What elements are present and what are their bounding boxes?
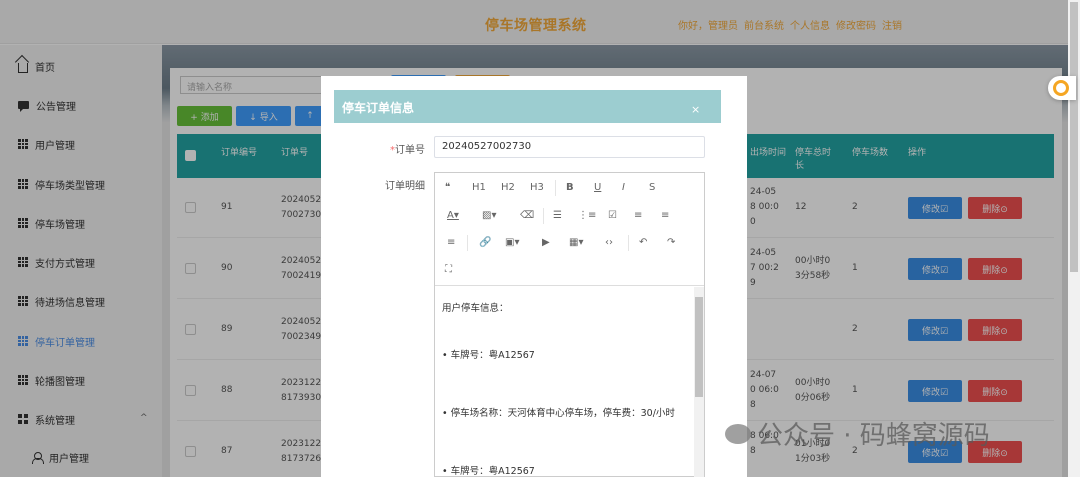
h3-button[interactable]: H3	[530, 181, 544, 195]
align-justify-icon[interactable]: ≡	[447, 236, 455, 250]
editor-list-item: • 停车场名称：天河体育中心停车场，停车费：30/小时	[442, 408, 675, 419]
image-icon[interactable]: ▣▾	[505, 236, 519, 250]
detail-label: 订单明细	[385, 181, 425, 192]
order-dialog: 停车订单信息 × *订单号 20240527002730 订单明细 ❝ H1 H…	[321, 76, 747, 477]
code-icon[interactable]: ‹›	[605, 236, 613, 250]
dialog-title: 停车订单信息	[342, 101, 415, 115]
order-label: *订单号	[390, 145, 425, 156]
table-icon[interactable]: ▦▾	[569, 236, 583, 250]
h2-button[interactable]: H2	[501, 181, 515, 195]
watermark: 公众号 · 码蜂窝源码	[725, 415, 990, 452]
align-right-icon[interactable]: ≡	[661, 209, 669, 223]
link-icon[interactable]: 🔗	[479, 236, 491, 250]
rich-text-editor: ❝ H1 H2 H3 B U I S A▾ ▨▾ ⌫ ☰ ⋮≡ ☑ ≡ ≡ ≡ …	[434, 172, 705, 477]
assistant-icon	[1053, 80, 1069, 96]
close-icon[interactable]: ×	[691, 103, 700, 116]
redo-icon[interactable]: ↷	[667, 236, 675, 250]
h1-button[interactable]: H1	[472, 181, 486, 195]
todo-icon[interactable]: ☑	[608, 209, 617, 223]
editor-paragraph: 用户停车信息：	[442, 303, 509, 314]
editor-toolbar: ❝ H1 H2 H3 B U I S A▾ ▨▾ ⌫ ☰ ⋮≡ ☑ ≡ ≡ ≡ …	[435, 173, 704, 286]
floating-assistant-button[interactable]	[1048, 76, 1076, 100]
video-icon[interactable]: ▶	[542, 236, 550, 250]
editor-scrollbar[interactable]	[694, 287, 704, 477]
clear-format-icon[interactable]: ⌫	[520, 209, 534, 223]
fullscreen-icon[interactable]: ⛶	[445, 263, 452, 277]
numbered-list-icon[interactable]: ⋮≡	[578, 209, 596, 223]
order-number-field[interactable]: 20240527002730	[434, 136, 705, 158]
undo-icon[interactable]: ↶	[639, 236, 647, 250]
bold-icon[interactable]: B	[566, 181, 574, 195]
quote-icon[interactable]: ❝	[445, 181, 450, 195]
bullet-list-icon[interactable]: ☰	[553, 209, 562, 223]
font-color-icon[interactable]: A▾	[447, 209, 459, 223]
align-left-icon[interactable]: ≡	[634, 209, 642, 223]
strikethrough-icon[interactable]: S	[649, 181, 655, 195]
editor-list-item: • 车牌号：粤A12567	[442, 350, 535, 361]
bg-color-icon[interactable]: ▨▾	[482, 209, 496, 223]
dialog-header: 停车订单信息 ×	[334, 90, 721, 123]
page-scrollbar[interactable]	[1068, 0, 1080, 477]
italic-icon[interactable]: I	[622, 181, 625, 195]
wechat-icon	[725, 423, 751, 444]
editor-body[interactable]: 用户停车信息： • 车牌号：粤A12567 • 停车场名称：天河体育中心停车场，…	[435, 287, 692, 477]
editor-list-item: • 车牌号：粤A12567	[442, 466, 535, 477]
underline-icon[interactable]: U	[594, 181, 601, 195]
